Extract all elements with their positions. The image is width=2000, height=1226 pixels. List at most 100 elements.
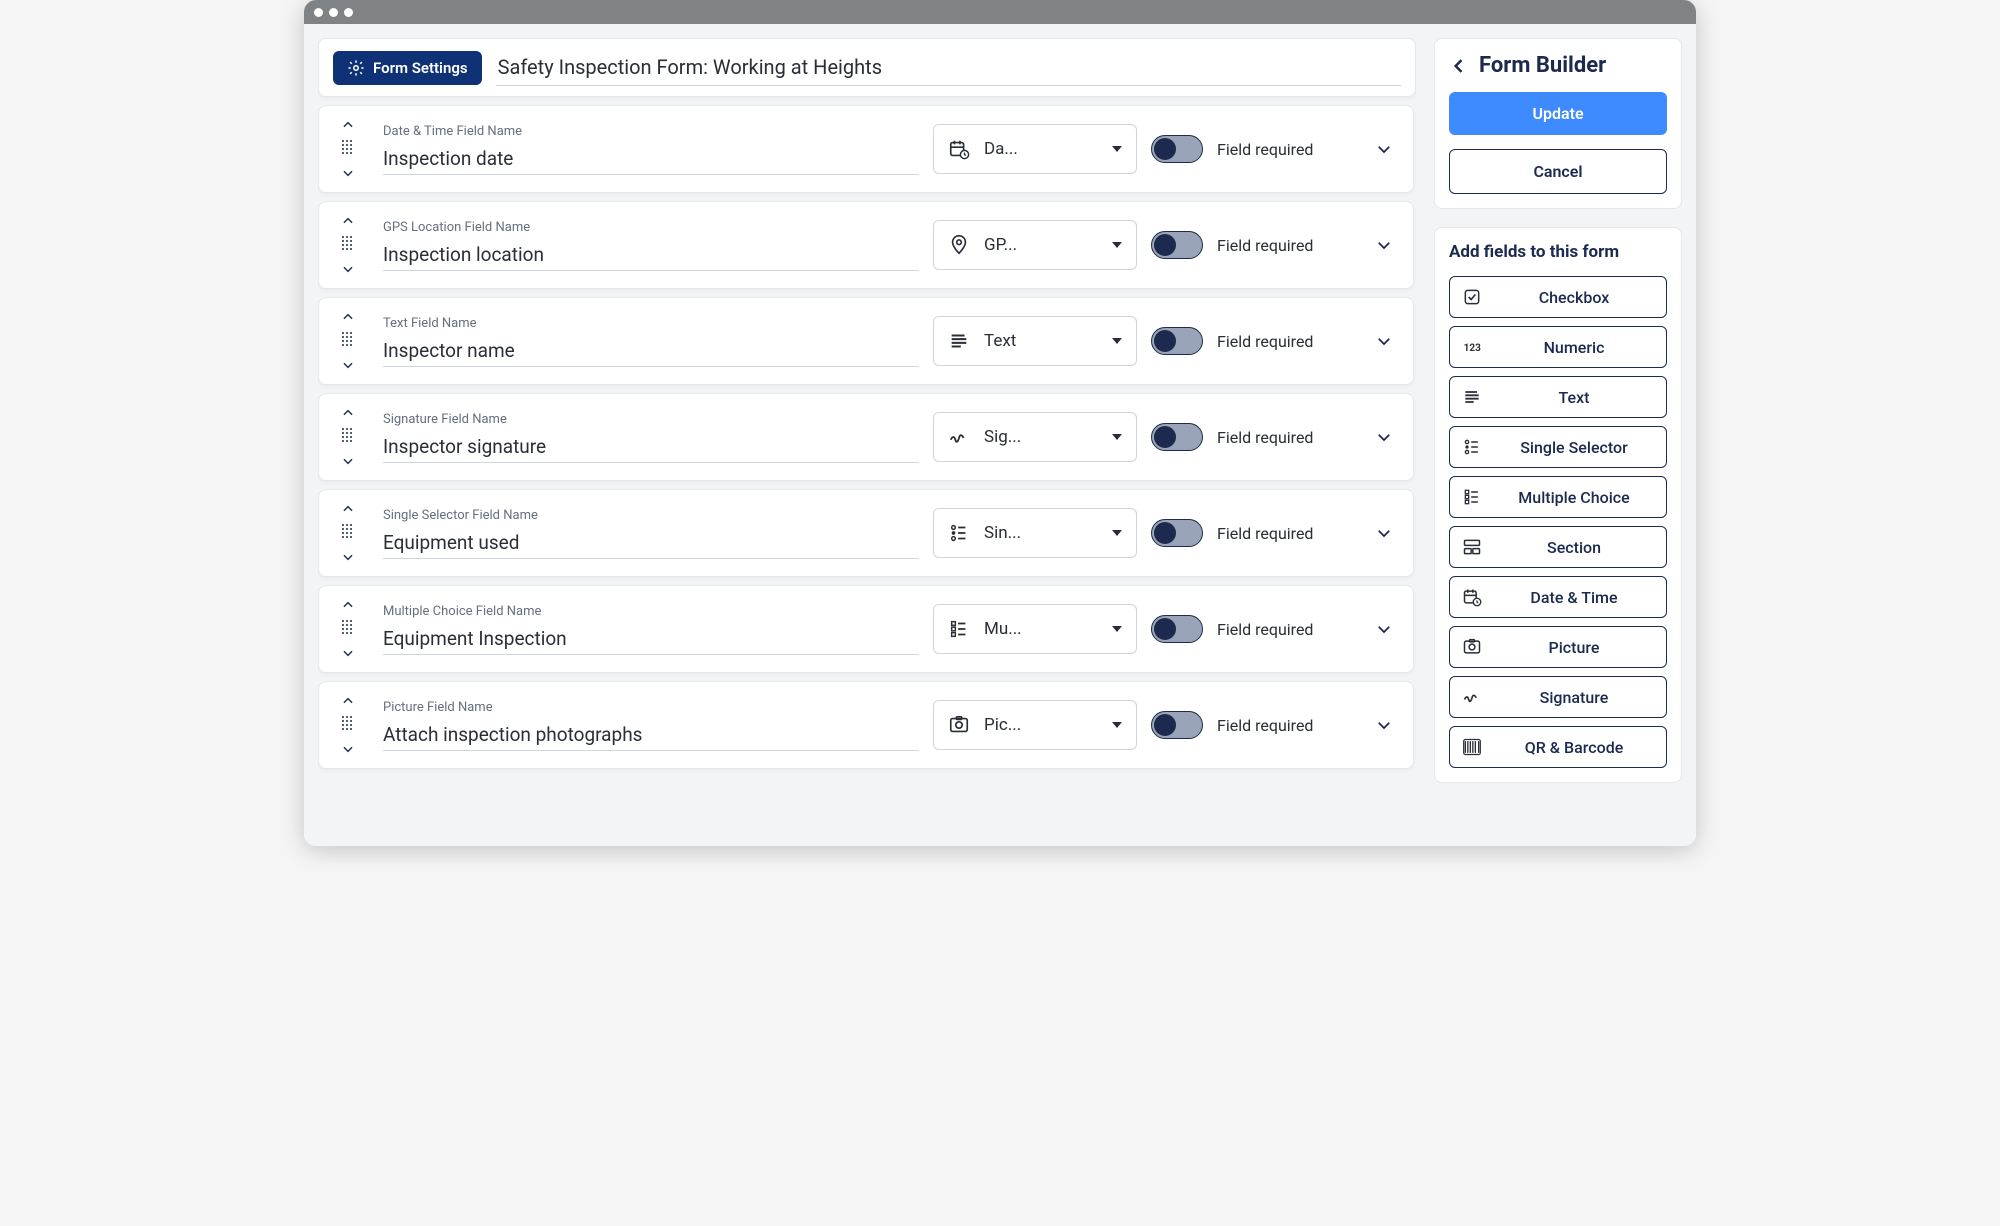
required-toggle[interactable]: [1151, 231, 1203, 259]
palette-item-text[interactable]: Text: [1449, 376, 1667, 418]
move-down-icon[interactable]: [341, 454, 355, 468]
field-name-input[interactable]: [383, 239, 919, 271]
chevron-down-icon: [1112, 434, 1122, 440]
single-selector-icon: [1462, 437, 1482, 457]
field-type-label: Single Selector Field Name: [383, 508, 919, 523]
main-column: Form Settings Date & Time Field Name Da.…: [318, 38, 1416, 832]
move-down-icon[interactable]: [341, 358, 355, 372]
cancel-button[interactable]: Cancel: [1449, 149, 1667, 194]
expand-chevron-icon[interactable]: [1375, 620, 1393, 638]
required-label: Field required: [1217, 716, 1313, 735]
required-label: Field required: [1217, 428, 1313, 447]
palette-item-single-selector[interactable]: Single Selector: [1449, 426, 1667, 468]
window-min-dot[interactable]: [329, 8, 338, 17]
palette-item-section[interactable]: Section: [1449, 526, 1667, 568]
datetime-icon: [948, 138, 970, 160]
expand-chevron-icon[interactable]: [1375, 716, 1393, 734]
move-down-icon[interactable]: [341, 166, 355, 180]
palette-item-label: Picture: [1494, 638, 1654, 657]
palette-item-datetime[interactable]: Date & Time: [1449, 576, 1667, 618]
required-label: Field required: [1217, 332, 1313, 351]
expand-chevron-icon[interactable]: [1375, 332, 1393, 350]
expand-chevron-icon[interactable]: [1375, 524, 1393, 542]
window-max-dot[interactable]: [344, 8, 353, 17]
move-up-icon[interactable]: [341, 406, 355, 420]
field-type-select[interactable]: Sig...: [933, 412, 1137, 462]
required-toggle[interactable]: [1151, 327, 1203, 355]
palette-item-label: Multiple Choice: [1494, 488, 1654, 507]
reorder-controls: [327, 406, 369, 468]
expand-chevron-icon[interactable]: [1375, 428, 1393, 446]
field-type-select[interactable]: Mu...: [933, 604, 1137, 654]
required-toggle[interactable]: [1151, 519, 1203, 547]
reorder-controls: [327, 310, 369, 372]
drag-handle-icon[interactable]: [342, 140, 354, 158]
palette-item-numeric[interactable]: Numeric: [1449, 326, 1667, 368]
move-up-icon[interactable]: [341, 214, 355, 228]
field-type-display: Pic...: [984, 715, 1098, 735]
field-palette: Checkbox Numeric Text Single Selector Mu…: [1449, 276, 1667, 768]
form-title-input[interactable]: [496, 49, 1401, 86]
field-name-input[interactable]: [383, 143, 919, 175]
palette-item-barcode[interactable]: QR & Barcode: [1449, 726, 1667, 768]
field-type-label: Picture Field Name: [383, 700, 919, 715]
move-up-icon[interactable]: [341, 310, 355, 324]
required-group: Field required: [1151, 615, 1351, 643]
chevron-down-icon: [1112, 722, 1122, 728]
field-type-select[interactable]: Pic...: [933, 700, 1137, 750]
reorder-controls: [327, 214, 369, 276]
drag-handle-icon[interactable]: [342, 236, 354, 254]
reorder-controls: [327, 694, 369, 756]
drag-handle-icon[interactable]: [342, 620, 354, 638]
expand-chevron-icon[interactable]: [1375, 236, 1393, 254]
field-name-input[interactable]: [383, 335, 919, 367]
required-toggle[interactable]: [1151, 711, 1203, 739]
field-type-select[interactable]: Sin...: [933, 508, 1137, 558]
move-down-icon[interactable]: [341, 262, 355, 276]
window-close-dot[interactable]: [314, 8, 323, 17]
palette-item-checkbox[interactable]: Checkbox: [1449, 276, 1667, 318]
field-type-select[interactable]: Da...: [933, 124, 1137, 174]
field-name-input[interactable]: [383, 527, 919, 559]
reorder-controls: [327, 118, 369, 180]
expand-chevron-icon[interactable]: [1375, 140, 1393, 158]
field-card: Text Field Name Text Field required: [318, 297, 1414, 385]
drag-handle-icon[interactable]: [342, 428, 354, 446]
palette-item-signature[interactable]: Signature: [1449, 676, 1667, 718]
move-down-icon[interactable]: [341, 742, 355, 756]
field-type-display: Mu...: [984, 619, 1098, 639]
palette-item-picture[interactable]: Picture: [1449, 626, 1667, 668]
drag-handle-icon[interactable]: [342, 332, 354, 350]
signature-icon: [1462, 687, 1482, 707]
update-button[interactable]: Update: [1449, 92, 1667, 135]
back-chevron-icon[interactable]: [1449, 56, 1469, 76]
move-up-icon[interactable]: [341, 694, 355, 708]
palette-item-multiple-choice[interactable]: Multiple Choice: [1449, 476, 1667, 518]
required-toggle[interactable]: [1151, 135, 1203, 163]
multiple-choice-icon: [1462, 487, 1482, 507]
field-name-input[interactable]: [383, 431, 919, 463]
move-up-icon[interactable]: [341, 502, 355, 516]
signature-icon: [948, 426, 970, 448]
field-name-input[interactable]: [383, 719, 919, 751]
move-down-icon[interactable]: [341, 550, 355, 564]
required-group: Field required: [1151, 231, 1351, 259]
drag-handle-icon[interactable]: [342, 524, 354, 542]
drag-handle-icon[interactable]: [342, 716, 354, 734]
field-type-select[interactable]: Text: [933, 316, 1137, 366]
move-down-icon[interactable]: [341, 646, 355, 660]
reorder-controls: [327, 502, 369, 564]
chevron-down-icon: [1112, 338, 1122, 344]
field-type-select[interactable]: GP...: [933, 220, 1137, 270]
move-up-icon[interactable]: [341, 598, 355, 612]
required-toggle[interactable]: [1151, 615, 1203, 643]
form-settings-button[interactable]: Form Settings: [333, 51, 482, 85]
required-toggle[interactable]: [1151, 423, 1203, 451]
field-name-input[interactable]: [383, 623, 919, 655]
field-card: GPS Location Field Name GP... Field requ…: [318, 201, 1414, 289]
multiple-choice-icon: [948, 618, 970, 640]
builder-panel: Form Builder Update Cancel: [1434, 38, 1682, 209]
field-type-label: Text Field Name: [383, 316, 919, 331]
gear-icon: [347, 59, 365, 77]
move-up-icon[interactable]: [341, 118, 355, 132]
